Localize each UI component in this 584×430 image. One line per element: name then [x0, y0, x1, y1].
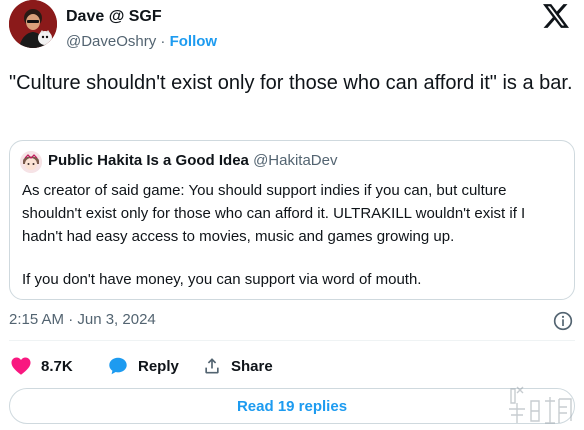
author-display-name[interactable]: Dave @ SGF — [66, 8, 162, 26]
author-handle-line: @DaveOshry · Follow — [66, 33, 217, 50]
heart-icon — [11, 357, 31, 375]
author-handle[interactable]: @DaveOshry — [66, 33, 156, 50]
quoted-display-name: Public Hakita Is a Good Idea — [48, 152, 249, 169]
reply-button[interactable]: Reply — [107, 354, 179, 378]
x-logo-icon[interactable] — [543, 4, 569, 28]
quoted-author-avatar — [20, 151, 42, 173]
author-avatar-image — [9, 0, 57, 48]
quoted-paragraph-1: As creator of said game: You should supp… — [22, 182, 526, 245]
tweet-card: Dave @ SGF @DaveOshry · Follow "Culture … — [0, 0, 584, 430]
watermark-logo-icon — [509, 386, 572, 424]
speech-bubble-icon — [109, 357, 127, 375]
quoted-tweet[interactable]: Public Hakita Is a Good Idea @HakitaDev … — [9, 140, 575, 300]
share-upload-icon — [205, 358, 219, 374]
quoted-author-line: Public Hakita Is a Good Idea @HakitaDev — [48, 152, 337, 169]
like-button[interactable]: 8.7K — [10, 354, 73, 378]
info-icon[interactable] — [553, 311, 573, 331]
quoted-avatar-image — [20, 151, 42, 173]
quoted-text: As creator of said game: You should supp… — [22, 179, 562, 291]
divider — [9, 340, 575, 341]
follow-button[interactable]: Follow — [170, 33, 218, 50]
reply-label: Reply — [138, 357, 179, 375]
read-replies-button[interactable]: Read 19 replies — [9, 388, 575, 424]
share-label: Share — [231, 357, 273, 375]
share-button[interactable]: Share — [202, 354, 273, 378]
tweet-timestamp[interactable]: 2:15 AM · Jun 3, 2024 — [9, 311, 156, 328]
quoted-paragraph-2: If you don't have money, you can support… — [22, 271, 422, 288]
quoted-handle: @HakitaDev — [253, 152, 338, 169]
tweet-text: "Culture shouldn't exist only for those … — [9, 72, 573, 94]
separator-dot: · — [160, 33, 166, 50]
author-avatar[interactable] — [9, 0, 57, 48]
like-count: 8.7K — [41, 357, 73, 375]
